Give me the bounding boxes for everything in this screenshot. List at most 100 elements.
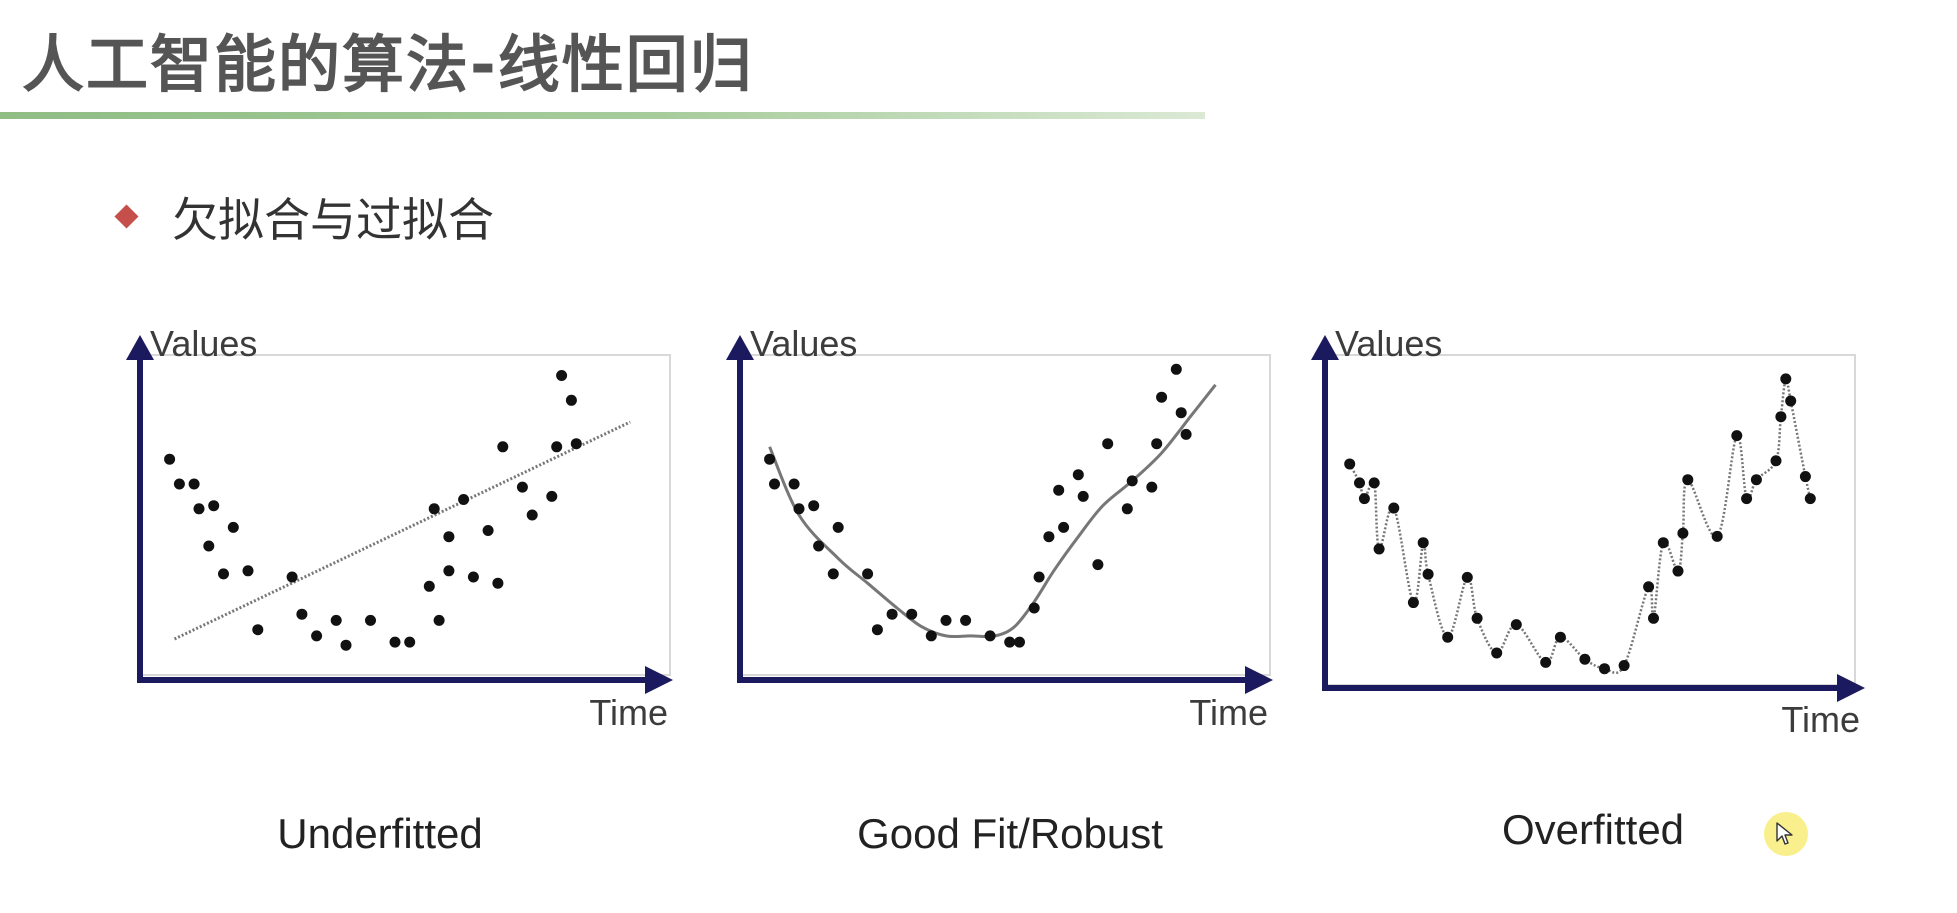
data-point: [1648, 612, 1659, 624]
data-point: [443, 531, 455, 543]
x-axis-label: Time: [589, 692, 668, 733]
data-point: [1028, 602, 1040, 614]
data-point: [242, 565, 254, 577]
data-point: [467, 571, 479, 583]
data-point: [1618, 660, 1630, 672]
data-point: [1407, 597, 1419, 609]
data-point: [1731, 430, 1743, 442]
data-point: [960, 614, 972, 626]
data-point: [1354, 477, 1365, 489]
data-point: [1121, 503, 1133, 515]
data-point: [1540, 656, 1552, 668]
data-point: [1004, 636, 1016, 648]
data-point: [906, 608, 918, 620]
data-point: [1146, 481, 1158, 493]
data-point: [208, 500, 220, 512]
data-point: [1368, 477, 1380, 489]
title-underline: [0, 112, 1205, 119]
data-point: [404, 636, 416, 648]
data-point: [764, 453, 776, 465]
caption-good-fit: Good Fit/Robust: [857, 810, 1163, 857]
data-point: [808, 500, 820, 512]
x-axis-label: Time: [1781, 699, 1860, 740]
data-point: [1799, 471, 1811, 483]
data-point: [1471, 612, 1483, 624]
x-axis-label: Time: [1189, 692, 1268, 733]
data-point: [1657, 537, 1669, 549]
data-point: [871, 624, 883, 636]
data-point: [1804, 493, 1816, 505]
data-point: [1422, 568, 1434, 580]
data-point: [1102, 438, 1114, 450]
data-point: [227, 521, 239, 533]
mouse-pointer-icon: [1776, 822, 1793, 845]
data-point: [1092, 559, 1104, 571]
data-point: [827, 568, 839, 580]
caption-underfitted: Underfitted: [277, 810, 483, 857]
data-point: [1358, 493, 1370, 505]
data-point: [365, 614, 376, 626]
data-point: [769, 478, 780, 490]
data-point: [925, 630, 937, 642]
data-point: [886, 608, 898, 620]
data-point: [443, 565, 455, 577]
data-point: [1344, 458, 1356, 470]
data-point: [330, 614, 342, 626]
data-point: [1750, 474, 1762, 486]
data-point: [492, 577, 504, 589]
data-point: [1170, 363, 1182, 375]
data-point: [1491, 647, 1503, 659]
overfitted-chart: Values Time: [1311, 323, 1865, 740]
data-point: [551, 441, 563, 453]
data-point: [428, 503, 440, 515]
data-point: [1672, 565, 1684, 577]
data-point: [788, 478, 800, 490]
caption-overfitted: Overfitted: [1501, 806, 1685, 853]
data-point: [458, 494, 470, 505]
data-point: [565, 394, 577, 406]
data-point: [340, 639, 352, 651]
data-point: [1388, 502, 1400, 514]
data-point: [1677, 527, 1689, 539]
data-point: [793, 503, 805, 515]
data-point: [1554, 631, 1566, 643]
chart-frame: [1324, 354, 1856, 686]
y-axis-label: Values: [150, 323, 257, 364]
data-point: [1770, 455, 1782, 467]
data-point: [1741, 493, 1753, 505]
data-point: [203, 540, 215, 552]
data-point: [1077, 490, 1089, 502]
y-axis-label: Values: [750, 323, 857, 364]
data-point: [164, 453, 176, 465]
data-point: [433, 614, 445, 626]
data-point: [423, 580, 435, 592]
good-fit-chart: Values Time: [726, 323, 1273, 733]
data-point: [311, 630, 323, 642]
data-point: [173, 478, 185, 490]
data-point: [497, 441, 509, 453]
data-point: [1180, 428, 1192, 440]
data-point: [218, 568, 229, 580]
data-point: [862, 568, 874, 580]
data-point: [1682, 474, 1694, 486]
data-point: [1510, 619, 1522, 631]
data-point: [193, 503, 205, 515]
data-point: [1775, 411, 1787, 423]
data-point: [813, 540, 825, 552]
data-point: [570, 438, 582, 450]
data-point: [940, 614, 952, 626]
data-point: [1156, 391, 1168, 403]
data-point: [1599, 663, 1610, 675]
data-point: [1043, 531, 1055, 543]
data-point: [188, 478, 200, 490]
data-point: [1417, 537, 1429, 549]
data-point: [1373, 543, 1385, 555]
data-point: [546, 490, 558, 502]
data-point: [1461, 571, 1473, 583]
underfitted-chart: Values Time: [126, 323, 673, 733]
data-point: [1579, 653, 1591, 665]
data-point: [1014, 636, 1025, 648]
slide-title: 人工智能的算法-线性回归: [22, 28, 754, 101]
data-point: [1785, 395, 1797, 407]
data-point: [984, 630, 996, 642]
